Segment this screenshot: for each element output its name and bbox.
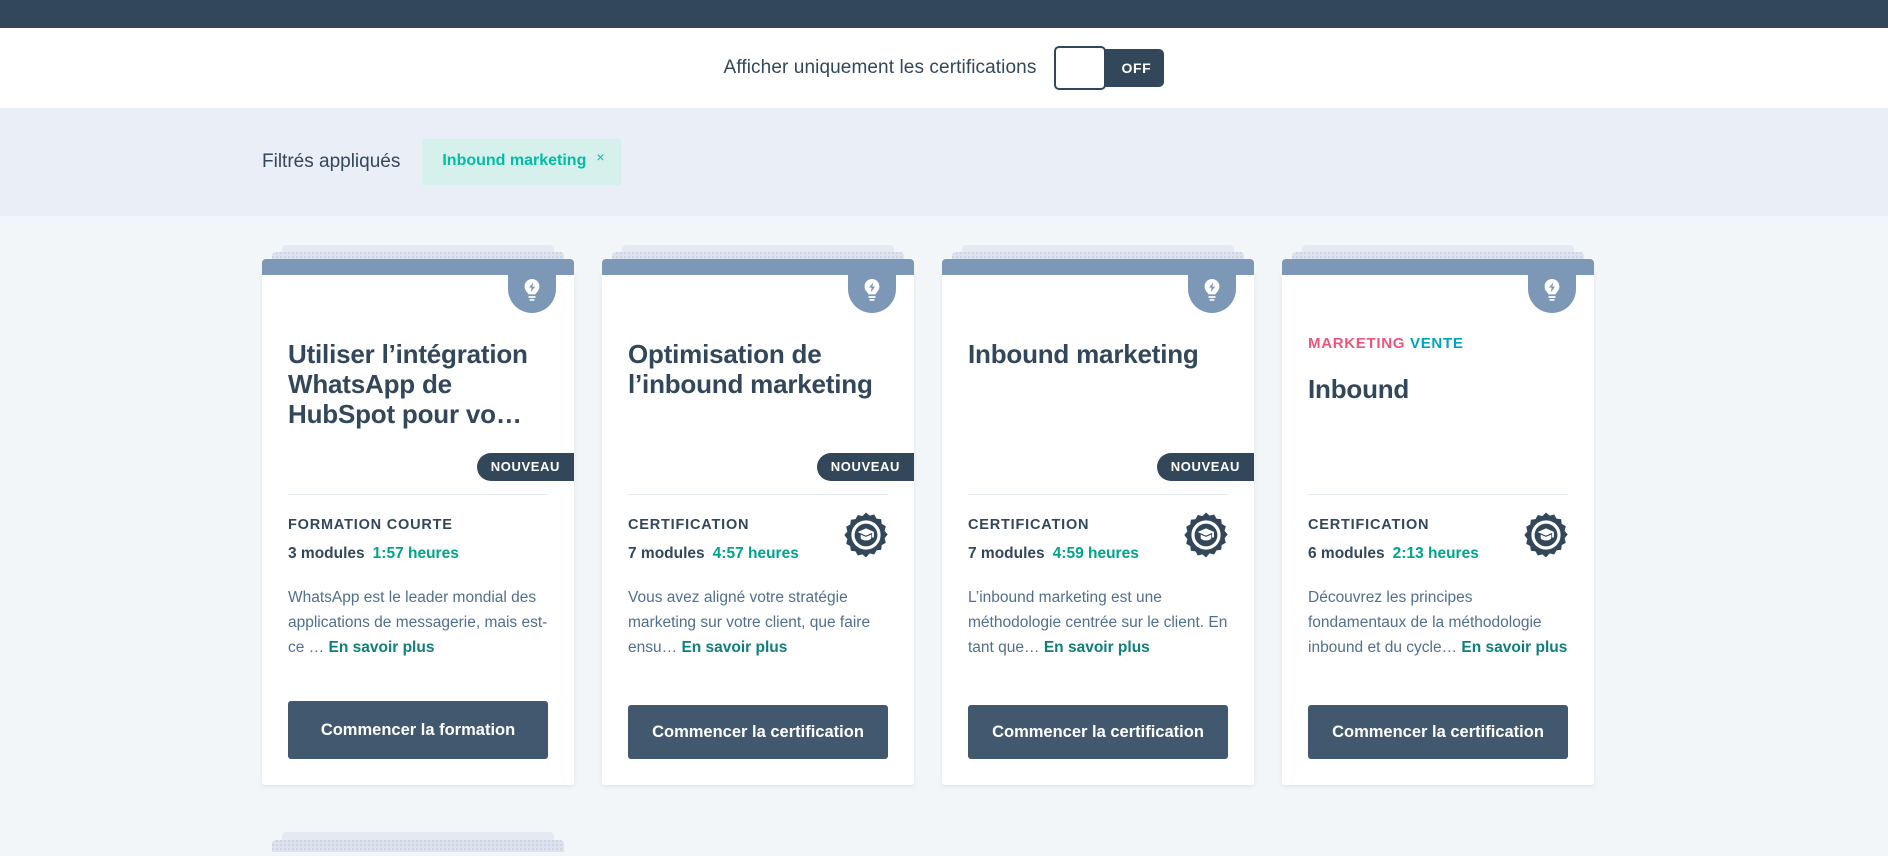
toggle-track[interactable]: OFF: [1102, 49, 1165, 87]
status-badge: NOUVEAU: [476, 453, 574, 481]
course-card[interactable]: Inbound marketing NOUVEAU CERTIFICATION: [942, 245, 1254, 785]
card-modules-count: 3 modules: [288, 545, 365, 562]
start-course-button[interactable]: Commencer la formation: [288, 700, 548, 759]
card-slot: MARKETING VENTE Inbound CERTIFICATION 6 …: [1282, 245, 1622, 785]
toggle-knob[interactable]: [1054, 46, 1107, 90]
status-badge: NOUVEAU: [1156, 453, 1254, 481]
card-tag-marketing: MARKETING: [1308, 335, 1406, 352]
card-body: FORMATION COURTE 3 modules 1:57 heures Wh…: [262, 495, 574, 785]
card-duration: 1:57 heures: [372, 545, 459, 562]
card-modules-count: 7 modules: [968, 545, 1045, 562]
card-header: Optimisation de l’inbound marketing NOUV…: [602, 287, 914, 495]
learn-more-link[interactable]: En savoir plus: [329, 639, 435, 656]
card-meta: 3 modules 1:57 heures: [288, 545, 548, 563]
card-header: MARKETING VENTE Inbound: [1282, 287, 1594, 495]
card-duration: 4:57 heures: [712, 545, 799, 562]
card-title: Inbound marketing: [968, 339, 1199, 369]
card-description: Vous avez aligné votre stratégie marketi…: [628, 585, 888, 660]
card-description: WhatsApp est le leader mondial des appli…: [288, 585, 548, 660]
course-cards-region: Utiliser l’intégration WhatsApp de HubSp…: [0, 216, 1888, 856]
start-certification-button[interactable]: Commencer la certification: [968, 704, 1228, 759]
card-modules-count: 6 modules: [1308, 545, 1385, 562]
learn-more-link[interactable]: En savoir plus: [1044, 639, 1150, 656]
card-title: Inbound: [1308, 374, 1410, 404]
card-body: CERTIFICATION 7 modules 4:57 heures Vous …: [602, 495, 914, 785]
card-body: CERTIFICATION 7 modules 4:59 heures L’inb…: [942, 495, 1254, 785]
card-slot: Utiliser l’intégration WhatsApp de HubSp…: [262, 245, 602, 785]
card-title: Utiliser l’intégration WhatsApp de HubSp…: [288, 339, 528, 430]
course-card[interactable]: Optimisation de l’inbound marketing NOUV…: [602, 245, 914, 785]
top-navigation-bar: [0, 0, 1888, 28]
card-description: L’inbound marketing est une méthodologie…: [968, 585, 1228, 660]
card-tags: MARKETING VENTE: [1308, 335, 1568, 352]
applied-filters-title: Filtrés appliqués: [262, 151, 401, 172]
applied-filters-bar: Filtrés appliqués Inbound marketing ×: [0, 108, 1888, 216]
lightbulb-icon: [848, 259, 896, 313]
lightbulb-icon: [1528, 259, 1576, 313]
certifications-toggle-label: Afficher uniquement les certifications: [723, 57, 1037, 78]
course-card[interactable]: Utiliser l’intégration WhatsApp de HubSp…: [262, 245, 574, 785]
card-header: Inbound marketing NOUVEAU: [942, 287, 1254, 495]
start-certification-button[interactable]: Commencer la certification: [1308, 704, 1568, 759]
lightbulb-icon: [1188, 259, 1236, 313]
next-row-cards-peek: [262, 832, 602, 856]
card-modules-count: 7 modules: [628, 545, 705, 562]
filter-chip-inbound-marketing[interactable]: Inbound marketing ×: [422, 139, 621, 185]
course-cards-grid: Utiliser l’intégration WhatsApp de HubSp…: [262, 245, 1888, 785]
certifications-filter-row: Afficher uniquement les certifications O…: [0, 28, 1888, 108]
certification-badge-icon: [1182, 511, 1230, 559]
card-slot: Optimisation de l’inbound marketing NOUV…: [602, 245, 942, 785]
toggle-state-label: OFF: [1121, 60, 1152, 76]
card-kind-label: FORMATION COURTE: [288, 517, 453, 533]
card-header: Utiliser l’intégration WhatsApp de HubSp…: [262, 287, 574, 495]
card-title: Optimisation de l’inbound marketing: [628, 339, 873, 400]
status-badge: NOUVEAU: [816, 453, 914, 481]
course-card[interactable]: MARKETING VENTE Inbound CERTIFICATION 6 …: [1282, 245, 1594, 785]
card-tag-vente: VENTE: [1410, 335, 1464, 352]
start-certification-button[interactable]: Commencer la certification: [628, 704, 888, 759]
learn-more-link[interactable]: En savoir plus: [681, 639, 787, 656]
filter-chip-label: Inbound marketing: [442, 152, 587, 170]
card-duration: 2:13 heures: [1392, 545, 1479, 562]
card-duration: 4:59 heures: [1052, 545, 1139, 562]
certification-badge-icon: [842, 511, 890, 559]
card-body: CERTIFICATION 6 modules 2:13 heures Décou…: [1282, 495, 1594, 785]
close-icon[interactable]: ×: [596, 150, 604, 164]
learn-more-link[interactable]: En savoir plus: [1461, 639, 1567, 656]
card-slot: Inbound marketing NOUVEAU CERTIFICATION: [942, 245, 1282, 785]
card-slot: [262, 832, 602, 856]
card-stack-decoration: [262, 832, 574, 856]
certification-badge-icon: [1522, 511, 1570, 559]
certifications-toggle[interactable]: OFF: [1054, 46, 1165, 90]
card-description: Découvrez les principes fondamentaux de …: [1308, 585, 1568, 660]
lightbulb-icon: [508, 259, 556, 313]
